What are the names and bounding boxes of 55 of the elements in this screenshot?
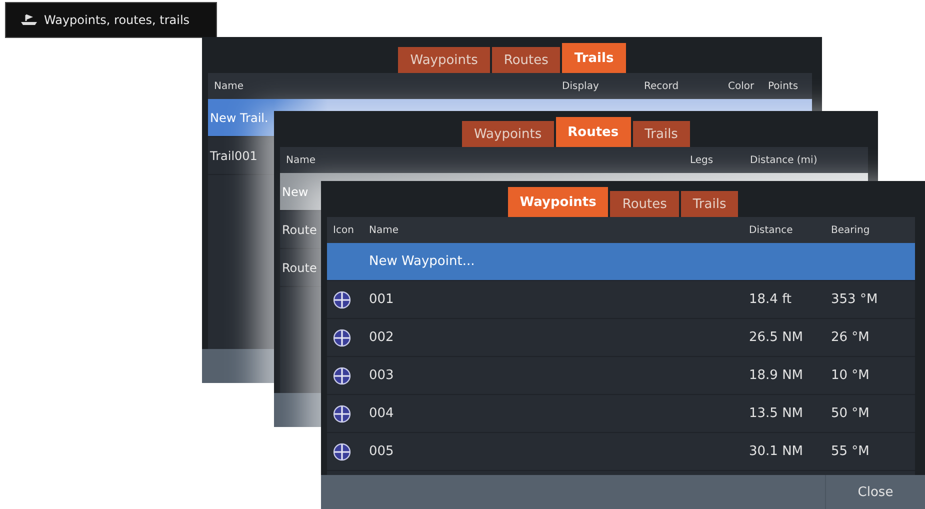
tab[interactable]: Waypoints [398,47,490,73]
bearing-value: 10 °M [831,368,870,383]
waypoint-name: 002 [369,330,394,345]
column-header: Icon [333,224,354,236]
distance-value: 18.4 ft [749,292,793,307]
distance-value: 13.5 NM [749,406,804,421]
item-name: Route [282,222,317,236]
bearing-value: 353 °M [831,292,879,307]
tab[interactable]: Trails [562,43,626,73]
column-header: Points [768,80,798,92]
column-header: Record [644,80,679,92]
waypoint-name: New Waypoint... [369,254,475,269]
waypoint-icon [333,442,351,460]
menu-button[interactable]: Waypoints, routes, trails [5,2,217,38]
waypoint-name: 004 [369,406,394,421]
list-row[interactable]: 005 30.1 NM 55 °M [327,433,915,471]
list-row[interactable]: 001 18.4 ft 353 °M [327,281,915,319]
waypoint-icon [333,404,351,422]
column-header: Color [728,80,754,92]
column-header: Bearing [831,224,870,236]
column-header: Distance (mi) [750,154,818,166]
list-row[interactable]: 004 13.5 NM 50 °M [327,395,915,433]
bearing-value: 55 °M [831,444,870,459]
waypoint-icon [333,290,351,308]
item-name: Trail001 [210,148,258,162]
tab[interactable]: Routes [556,117,631,147]
tab[interactable]: Waypoints [508,187,608,217]
bearing-value: 26 °M [831,330,870,345]
list-row[interactable]: New Waypoint... [327,243,915,281]
item-name: Route [282,260,317,274]
new-item-label: New Trail. [210,110,268,124]
distance-value: 26.5 NM [749,330,804,345]
tab[interactable]: Routes [492,47,560,73]
column-header: Name [214,80,244,92]
tab[interactable]: Routes [610,191,679,217]
tab[interactable]: Waypoints [462,121,554,147]
column-header: Name [286,154,316,166]
waypoint-name: 005 [369,444,394,459]
boat-icon [20,14,38,26]
new-item-label: New [282,184,308,198]
distance-value: 18.9 NM [749,368,804,383]
list-row[interactable]: 003 18.9 NM 10 °M [327,357,915,395]
column-header: Distance [749,224,793,236]
list-row[interactable]: 002 26.5 NM 26 °M [327,319,915,357]
tab[interactable]: Trails [632,121,690,147]
column-header: Display [562,80,599,92]
tab[interactable]: Trails [680,191,738,217]
column-header: Name [369,224,399,236]
waypoint-icon [333,366,351,384]
distance-value: 30.1 NM [749,444,804,459]
waypoint-name: 001 [369,292,394,307]
waypoint-name: 003 [369,368,394,383]
column-header: Legs [690,154,714,166]
waypoint-icon [333,328,351,346]
bearing-value: 50 °M [831,406,870,421]
